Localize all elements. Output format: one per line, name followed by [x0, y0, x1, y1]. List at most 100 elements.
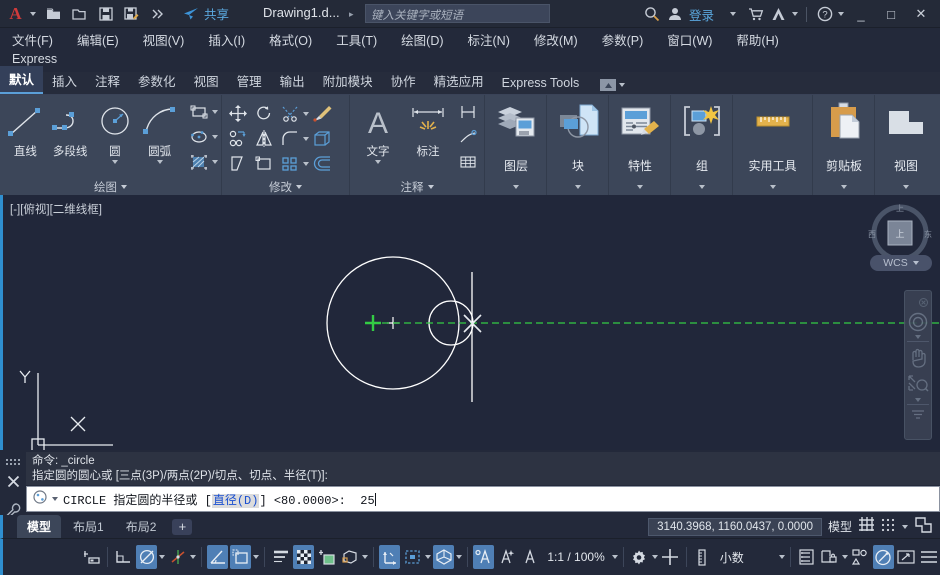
polar-tracking-button[interactable]: [167, 545, 188, 569]
menu-item-format[interactable]: 格式(O): [269, 30, 312, 49]
units-label[interactable]: 小数: [715, 549, 749, 566]
modify-erase-button[interactable]: [309, 101, 335, 126]
orbit-icon[interactable]: [911, 407, 925, 423]
open-file-icon[interactable]: [70, 4, 89, 23]
menu-item-help[interactable]: 帮助(H): [736, 30, 778, 49]
command-options-chevron-down-icon[interactable]: [52, 497, 58, 501]
menu-item-parameters[interactable]: 参数(P): [602, 30, 644, 49]
dynamic-ucs-button[interactable]: [379, 545, 401, 569]
view-chevron-down-icon[interactable]: [903, 185, 909, 189]
lock-ui-button[interactable]: [819, 545, 840, 569]
search-input[interactable]: 键入关键字或短语: [365, 4, 550, 23]
close-button[interactable]: ✕: [908, 0, 934, 28]
annotation-table-button[interactable]: [455, 149, 481, 174]
layers-chevron-down-icon[interactable]: [513, 185, 519, 189]
save-icon[interactable]: [96, 4, 115, 23]
ribbon-tab-home[interactable]: 默认: [0, 66, 44, 94]
clipboard-chevron-down-icon[interactable]: [841, 185, 847, 189]
shopping-cart-icon[interactable]: [746, 5, 765, 24]
save-as-icon[interactable]: [122, 4, 141, 23]
hardware-acceleration-button[interactable]: [872, 545, 894, 569]
autoscale-button[interactable]: [496, 545, 517, 569]
add-tool-button[interactable]: [660, 545, 681, 569]
snap-chevron-down-icon[interactable]: [902, 524, 908, 529]
workspace-chevron-down-icon[interactable]: [651, 555, 658, 559]
draw-polyline-button[interactable]: 多段线: [48, 99, 93, 159]
gizmo-chevron-down-icon[interactable]: [456, 555, 463, 559]
command-prompt-icon[interactable]: [33, 489, 47, 509]
isolate-objects-button[interactable]: [850, 545, 871, 569]
workspace-icon[interactable]: [914, 516, 932, 538]
model-space-label[interactable]: 模型: [828, 518, 852, 535]
draw-arc-chevron-down-icon[interactable]: [156, 160, 163, 164]
customize-button[interactable]: [919, 545, 940, 569]
login-button[interactable]: 登录: [689, 5, 714, 24]
grid-icon[interactable]: [858, 516, 875, 537]
isometric-drafting-button[interactable]: [207, 545, 229, 569]
3d-object-snap-button[interactable]: [339, 545, 360, 569]
modify-rotate-button[interactable]: [251, 101, 277, 126]
ribbon-tab-manage[interactable]: 管理: [228, 68, 271, 94]
ribbon-tab-featured-apps[interactable]: 精选应用: [425, 68, 493, 94]
ribbon-tab-collaborate[interactable]: 协作: [382, 68, 425, 94]
modify-move-button[interactable]: [225, 101, 251, 126]
help-icon[interactable]: ?: [815, 5, 834, 24]
menu-item-view[interactable]: 视图(V): [143, 30, 185, 49]
command-input[interactable]: CIRCLE 指定圆的半径或 [直径(D)] <80.0000>: 25: [26, 486, 940, 512]
coordinate-display[interactable]: 3140.3968, 1160.0437, 0.0000: [648, 517, 822, 536]
draw-hatch-chevron-down-icon[interactable]: [212, 159, 218, 164]
layout-tab-layout1[interactable]: 布局1: [63, 515, 114, 538]
object-snap-button[interactable]: [230, 545, 252, 569]
snap-icon[interactable]: [881, 516, 896, 537]
block-chevron-down-icon[interactable]: [575, 185, 581, 189]
annotation-scale-button[interactable]: [519, 545, 540, 569]
modify-scale-button[interactable]: [251, 151, 277, 176]
menu-item-edit[interactable]: 编辑(E): [77, 30, 119, 49]
group-chevron-down-icon[interactable]: [699, 185, 705, 189]
fullscreen-button[interactable]: [896, 545, 917, 569]
draw-panel-chevron-down-icon[interactable]: [121, 184, 127, 189]
help-chevron-down-icon[interactable]: [838, 12, 844, 16]
layers-button[interactable]: 图层: [485, 95, 547, 195]
ortho-chevron-down-icon[interactable]: [159, 555, 166, 559]
drawing-canvas[interactable]: [-][俯视][二维线框] 极轴: 26.5462 < 0°: [0, 195, 940, 450]
ribbon-panel-annotation-title[interactable]: 注释: [350, 178, 484, 195]
modify-trim-button[interactable]: [277, 101, 303, 126]
draw-ellipse-button[interactable]: [186, 124, 212, 149]
modify-panel-chevron-down-icon[interactable]: [296, 184, 302, 189]
zoom-chevron-down-icon[interactable]: [915, 398, 921, 402]
menu-item-file[interactable]: 文件(F): [12, 30, 53, 49]
annotation-linear-dimension-button[interactable]: [455, 99, 481, 124]
search-icon[interactable]: [643, 5, 662, 24]
lock-chevron-down-icon[interactable]: [841, 555, 848, 559]
menu-item-dimension[interactable]: 标注(N): [468, 30, 510, 49]
modify-offset-button[interactable]: [309, 151, 335, 176]
new-file-icon[interactable]: [44, 4, 63, 23]
annotation-text-chevron-down-icon[interactable]: [375, 160, 381, 164]
draw-circle-button[interactable]: 圆: [93, 99, 138, 164]
annotation-panel-chevron-down-icon[interactable]: [427, 184, 434, 189]
menu-item-insert[interactable]: 插入(I): [208, 30, 245, 49]
menu-item-modify[interactable]: 修改(M): [534, 30, 578, 49]
menu-item-draw[interactable]: 绘图(D): [401, 30, 443, 49]
modify-stretch-button[interactable]: [225, 151, 251, 176]
layout-tab-model[interactable]: 模型: [17, 515, 62, 538]
account-chevron-down-icon[interactable]: [730, 12, 736, 16]
annotation-leader-button[interactable]: [455, 124, 481, 149]
steering-wheel-icon[interactable]: [908, 309, 928, 335]
scale-chevron-down-icon[interactable]: [611, 555, 618, 559]
modify-mirror-button[interactable]: [251, 126, 277, 151]
ribbon-minimize-control[interactable]: [600, 79, 626, 94]
group-button[interactable]: 组: [671, 95, 733, 195]
ribbon-tab-view[interactable]: 视图: [185, 68, 228, 94]
transparency-button[interactable]: [293, 545, 315, 569]
modify-extrude-button[interactable]: [309, 126, 335, 151]
draw-ellipse-chevron-down-icon[interactable]: [212, 134, 218, 139]
draw-line-button[interactable]: 直线: [3, 99, 48, 159]
ribbon-tab-insert[interactable]: 插入: [43, 68, 86, 94]
navigation-bar-close-icon[interactable]: [919, 295, 928, 309]
units-icon[interactable]: [692, 545, 713, 569]
account-icon[interactable]: [666, 5, 685, 24]
layout-tab-layout2[interactable]: 布局2: [116, 515, 167, 538]
properties-chevron-down-icon[interactable]: [637, 185, 643, 189]
